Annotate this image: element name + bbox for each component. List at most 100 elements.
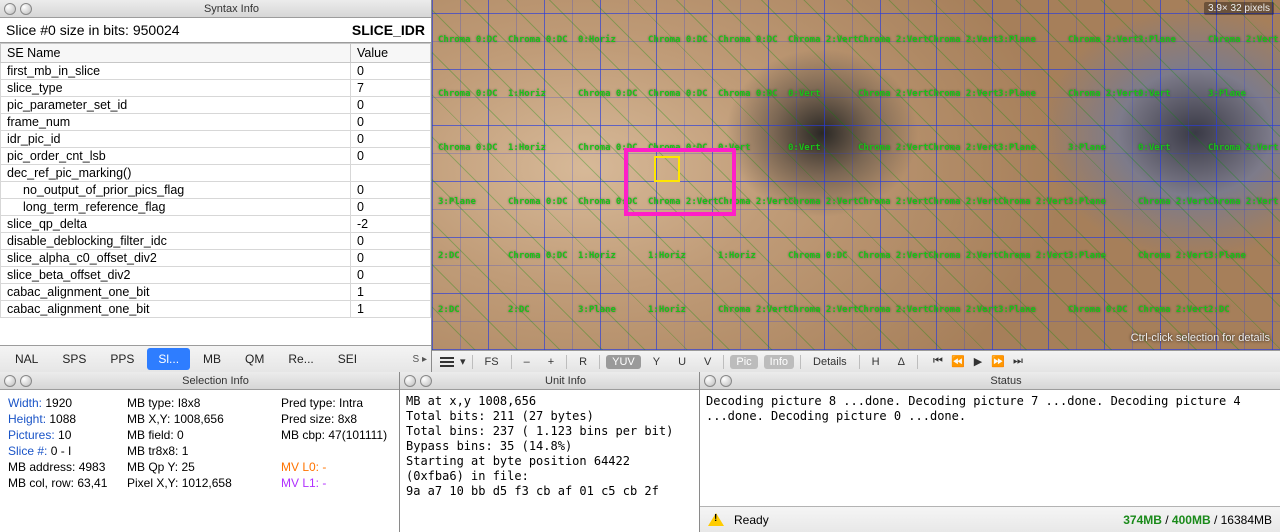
close-icon[interactable] <box>4 375 16 387</box>
interaction-hint: Ctrl-click selection for details <box>1131 332 1270 344</box>
prediction-mode-label: 3:Plane <box>998 90 1036 99</box>
prediction-mode-label: 3:Plane <box>998 144 1036 153</box>
zoom-in-button[interactable]: + <box>542 355 560 369</box>
table-row[interactable]: dec_ref_pic_marking() <box>1 165 431 182</box>
status-bar: Ready 374MB / 400MB / 16384MB <box>700 506 1280 532</box>
tab-nal[interactable]: NAL <box>4 348 49 370</box>
prediction-mode-label: Chroma 2:Vert <box>998 198 1068 207</box>
se-value: 0 <box>351 233 431 250</box>
yuv-button[interactable]: YUV <box>606 355 641 369</box>
se-value: 0 <box>351 131 431 148</box>
y-button[interactable]: Y <box>647 355 666 369</box>
table-row[interactable]: slice_alpha_c0_offset_div20 <box>1 250 431 267</box>
se-name: pic_order_cnt_lsb <box>1 148 351 165</box>
tab-re[interactable]: Re... <box>277 348 324 370</box>
first-frame-icon[interactable]: ⏮ <box>928 355 948 368</box>
prediction-mode-label: Chroma 2:Vert <box>858 144 928 153</box>
syntax-element-table[interactable]: SE Name Value first_mb_in_slice0slice_ty… <box>0 43 431 346</box>
status-titlebar: Status <box>700 372 1280 390</box>
prediction-mode-label: Chroma 2:Vert <box>858 252 928 261</box>
table-row[interactable]: slice_type7 <box>1 80 431 97</box>
selection-titlebar: Selection Info <box>0 372 399 390</box>
prediction-mode-label: Chroma 2:Vert <box>928 36 998 45</box>
table-row[interactable]: slice_qp_delta-2 <box>1 216 431 233</box>
prediction-mode-label: 2:DC <box>438 306 460 315</box>
visualizer-panel: Chroma 0:DCChroma 0:DC0:HorizChroma 0:DC… <box>432 0 1280 372</box>
delta-button[interactable]: Δ <box>892 355 911 369</box>
prediction-mode-label: 2:DC <box>1208 306 1230 315</box>
col-value[interactable]: Value <box>351 44 431 63</box>
prediction-mode-label: 0:Horiz <box>578 36 616 45</box>
tab-qm[interactable]: QM <box>234 348 275 370</box>
close-icon[interactable] <box>4 3 16 15</box>
unit-info-text[interactable]: MB at x,y 1008,656 Total bits: 211 (27 b… <box>400 390 699 532</box>
table-row[interactable]: first_mb_in_slice0 <box>1 63 431 80</box>
close-icon[interactable] <box>704 375 716 387</box>
table-row[interactable]: idr_pic_id0 <box>1 131 431 148</box>
prediction-mode-label: Chroma 0:DC <box>508 252 568 261</box>
table-row[interactable]: cabac_alignment_one_bit1 <box>1 284 431 301</box>
macroblock-visualizer[interactable]: Chroma 0:DCChroma 0:DC0:HorizChroma 0:DC… <box>432 0 1280 350</box>
table-row[interactable]: long_term_reference_flag0 <box>1 199 431 216</box>
h-button[interactable]: H <box>866 355 886 369</box>
table-row[interactable]: no_output_of_prior_pics_flag0 <box>1 182 431 199</box>
panel-title: Selection Info <box>36 375 395 387</box>
syntax-tabbar: NALSPSPPSSl...MBQMRe...SEI S ▸ <box>0 346 431 372</box>
se-value: 0 <box>351 267 431 284</box>
prediction-mode-label: Chroma 2:Vert <box>1208 36 1278 45</box>
pop-out-icon[interactable] <box>20 375 32 387</box>
fullscreen-button[interactable]: FS <box>479 355 505 369</box>
tab-overflow-search-icon[interactable]: S ▸ <box>413 354 427 365</box>
pixxy-value: 1012,658 <box>182 476 232 490</box>
v-button[interactable]: V <box>698 355 717 369</box>
prediction-mode-label: Chroma 2:Vert <box>788 198 858 207</box>
prediction-mode-label: Chroma 2:Vert <box>718 306 788 315</box>
mbcbp-label: MB cbp: <box>281 428 325 442</box>
prediction-mode-label: 3:Plane <box>998 306 1036 315</box>
forward-icon[interactable]: ⏩ <box>988 355 1008 368</box>
panel-title: Syntax Info <box>36 3 427 15</box>
details-button[interactable]: Details <box>807 355 853 369</box>
tab-mb[interactable]: MB <box>192 348 232 370</box>
subblock-selection[interactable] <box>654 156 680 182</box>
play-icon[interactable]: ▶ <box>968 355 988 368</box>
scale-indicator: 3.9× 32 pixels <box>1204 2 1274 15</box>
table-row[interactable]: pic_parameter_set_id0 <box>1 97 431 114</box>
reset-button[interactable]: R <box>573 355 593 369</box>
table-row[interactable]: frame_num0 <box>1 114 431 131</box>
prediction-mode-label: Chroma 2:Vert <box>1208 198 1278 207</box>
close-icon[interactable] <box>404 375 416 387</box>
table-row[interactable]: slice_beta_offset_div20 <box>1 267 431 284</box>
mbxy-value: 1008,656 <box>174 412 224 426</box>
menu-icon[interactable] <box>440 357 454 367</box>
macroblock-selection[interactable] <box>624 148 736 216</box>
table-row[interactable]: pic_order_cnt_lsb0 <box>1 148 431 165</box>
status-log[interactable]: Decoding picture 8 ...done. Decoding pic… <box>700 390 1280 506</box>
se-name: dec_ref_pic_marking() <box>1 165 351 182</box>
prediction-mode-label: 2:DC <box>438 252 460 261</box>
mvl1-label: MV L1: <box>281 476 319 490</box>
tab-sei[interactable]: SEI <box>327 348 368 370</box>
info-button[interactable]: Info <box>764 355 794 369</box>
pop-out-icon[interactable] <box>420 375 432 387</box>
pic-button[interactable]: Pic <box>730 355 757 369</box>
col-name[interactable]: SE Name <box>1 44 351 63</box>
tab-sl[interactable]: Sl... <box>147 348 190 370</box>
tab-pps[interactable]: PPS <box>99 348 145 370</box>
selection-info-grid: Width: 1920 MB type: I8x8 Pred type: Int… <box>0 390 399 532</box>
zoom-out-button[interactable]: – <box>518 355 536 369</box>
pop-out-icon[interactable] <box>720 375 732 387</box>
last-frame-icon[interactable]: ⏭ <box>1008 355 1028 368</box>
tab-sps[interactable]: SPS <box>51 348 97 370</box>
mem-soft: 400MB <box>1172 513 1211 527</box>
rewind-icon[interactable]: ⏪ <box>948 355 968 368</box>
predsize-value: 8x8 <box>338 412 357 426</box>
table-row[interactable]: cabac_alignment_one_bit1 <box>1 301 431 318</box>
u-button[interactable]: U <box>672 355 692 369</box>
table-row[interactable]: disable_deblocking_filter_idc0 <box>1 233 431 250</box>
height-value: 1088 <box>49 412 76 426</box>
prediction-mode-label: 1:Horiz <box>718 252 756 261</box>
pop-out-icon[interactable] <box>20 3 32 15</box>
unit-titlebar: Unit Info <box>400 372 699 390</box>
prediction-mode-label: 0:Vert <box>1138 90 1171 99</box>
